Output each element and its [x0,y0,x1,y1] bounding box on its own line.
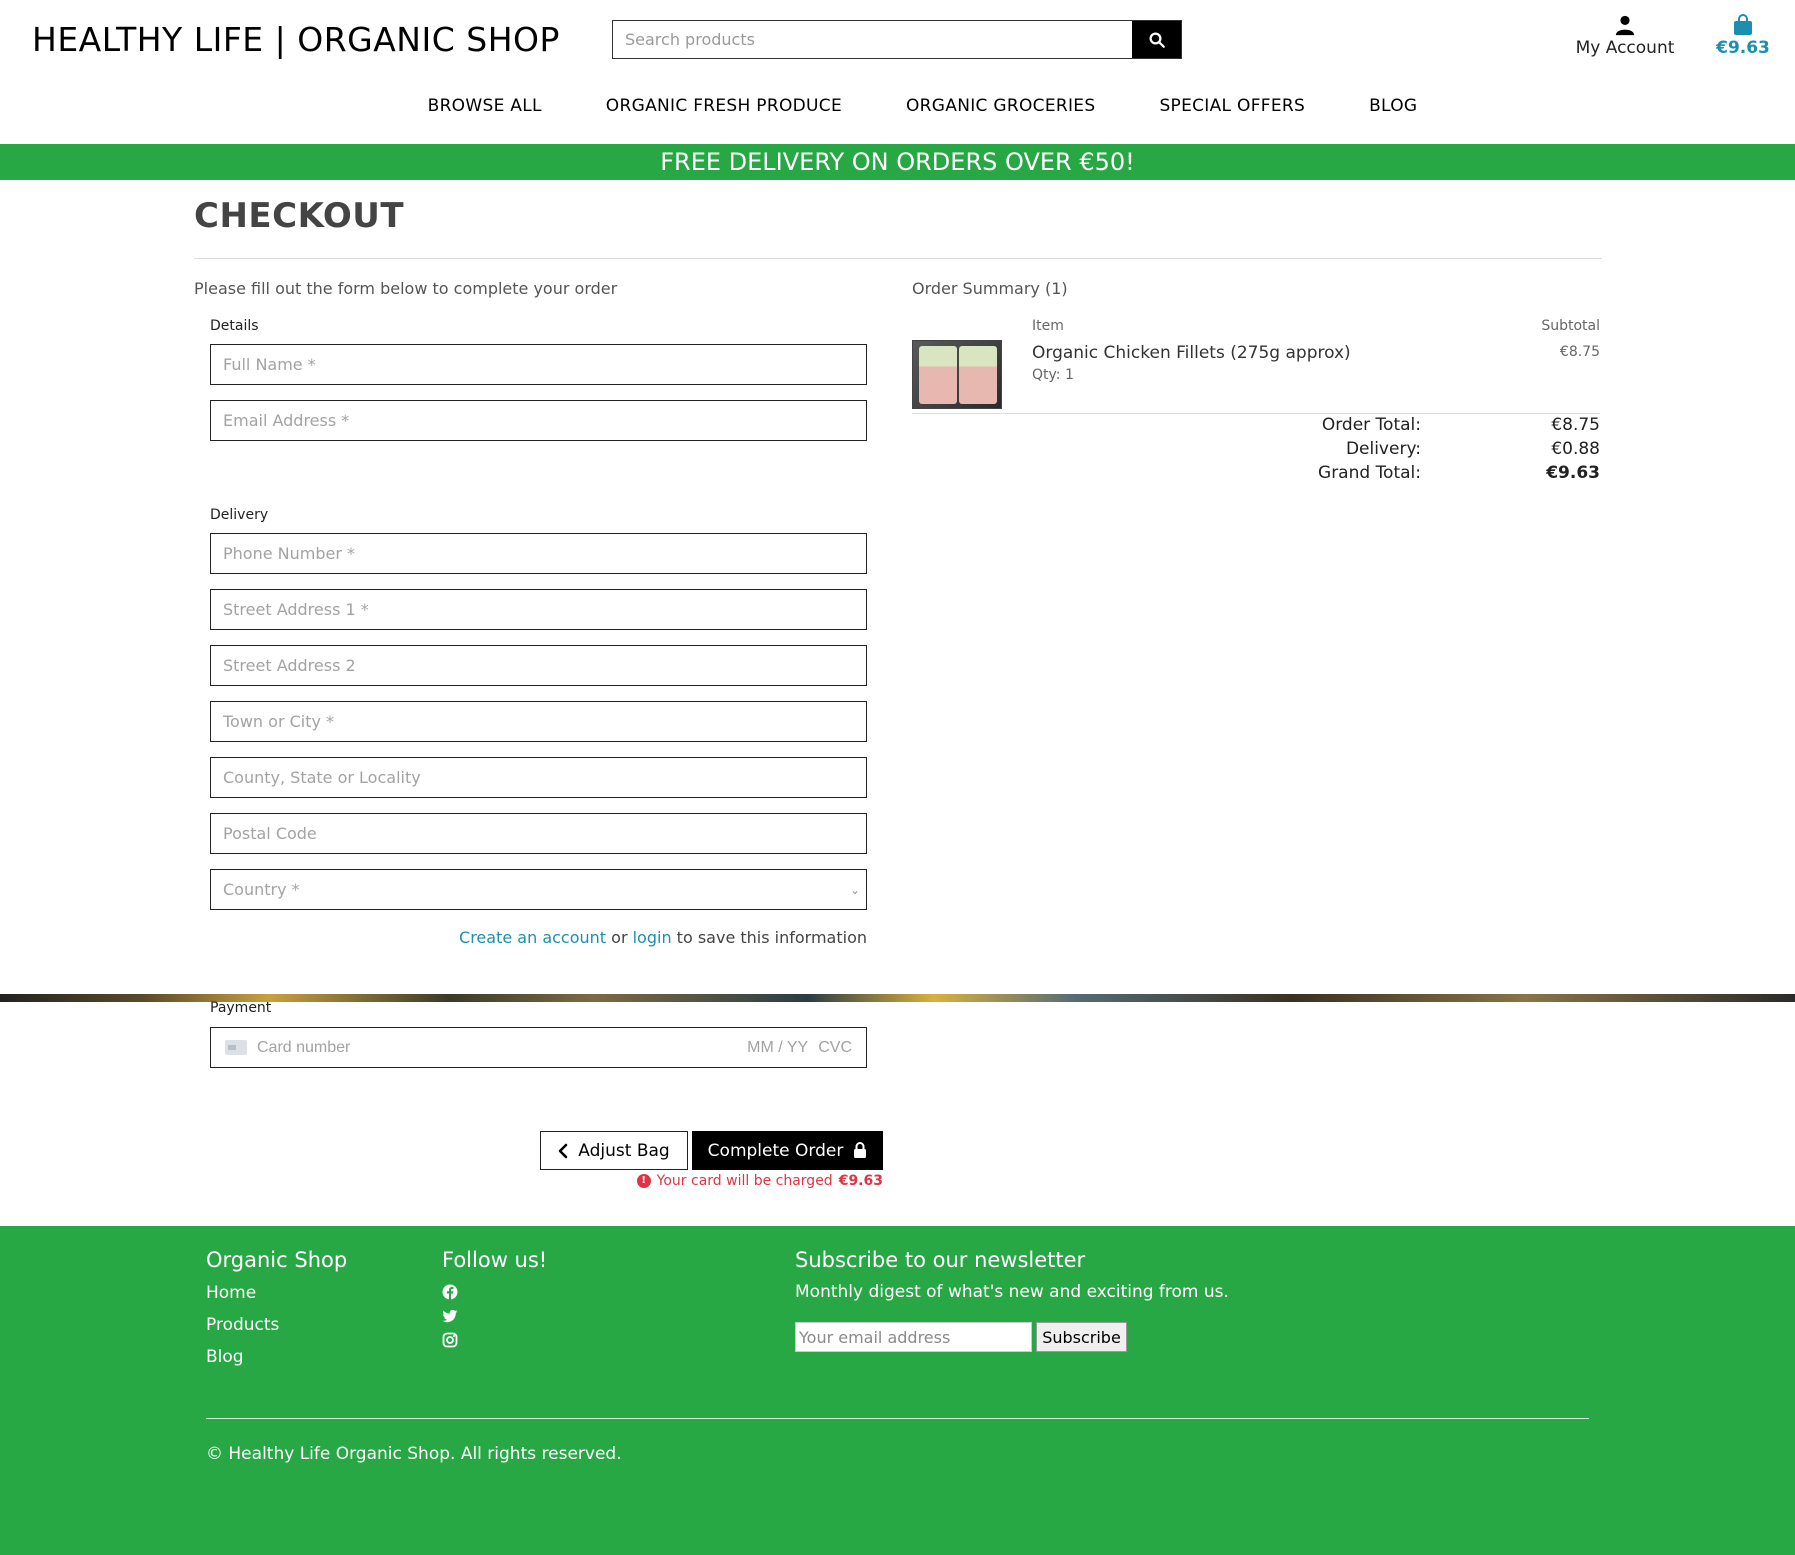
main-nav: BROWSE ALL ORGANIC FRESH PRODUCE ORGANIC… [0,96,1795,116]
nav-blog[interactable]: BLOG [1369,96,1417,116]
search-button[interactable] [1132,21,1181,58]
my-account-label: My Account [1575,38,1675,58]
product-image-pack [959,346,997,404]
lock-icon [854,1142,867,1158]
save-info-or: or [606,928,633,947]
grand-total-value: €9.63 [1546,463,1600,483]
order-total-value: €8.75 [1551,415,1600,435]
card-number-placeholder: Card number [257,1038,351,1056]
page-title: CHECKOUT [194,196,405,236]
site-footer: Organic Shop Home Products Blog Follow u… [0,1226,1795,1555]
footer-link-home[interactable]: Home [206,1283,256,1303]
search-icon [1149,32,1165,48]
delivery-banner: FREE DELIVERY ON ORDERS OVER €50! [0,144,1795,180]
save-info-text: Create an account or login to save this … [459,928,867,947]
phone-field [210,533,867,574]
postal-code-field [210,813,867,854]
adjust-bag-label: Adjust Bag [578,1140,670,1161]
summary-item-name: Organic Chicken Fillets (275g approx) [1032,343,1351,363]
order-summary-title: Order Summary (1) [912,279,1068,298]
charge-note-text: Your card will be charged [656,1173,833,1189]
adjust-bag-button[interactable]: Adjust Bag [540,1131,688,1170]
card-expiry-placeholder: MM / YY [747,1038,809,1056]
complete-order-button[interactable]: Complete Order [692,1131,883,1170]
order-total-label: Order Total: [1321,415,1421,435]
credit-card-icon [225,1040,247,1055]
country-field: Country * ⌄ [210,869,867,910]
footer-shop-heading: Organic Shop [206,1248,348,1272]
card-element[interactable]: Card number MM / YY CVC [210,1027,867,1068]
town-field [210,701,867,742]
exclamation-circle-icon: ! [636,1174,651,1188]
street-address-1-field [210,589,867,630]
shopping-bag-icon [1734,14,1752,35]
complete-order-label: Complete Order [707,1140,844,1161]
delivery-cost-value: €0.88 [1551,439,1600,459]
product-image-pack [919,346,957,404]
street-address-2-field [210,645,867,686]
summary-item-subtotal: €8.75 [1559,344,1600,360]
summary-divider [912,413,1600,414]
col-header-subtotal: Subtotal [1541,318,1600,334]
full-name-input[interactable] [211,345,866,384]
my-account-link[interactable]: My Account [1570,14,1680,58]
county-field [210,757,867,798]
email-input[interactable] [211,401,866,440]
copyright-text: © Healthy Life Organic Shop. All rights … [206,1444,622,1464]
newsletter-description: Monthly digest of what's new and excitin… [795,1282,1229,1302]
footer-newsletter-heading: Subscribe to our newsletter [795,1248,1086,1272]
instagram-icon[interactable] [442,1332,458,1348]
site-brand[interactable]: HEALTHY LIFE | ORGANIC SHOP [32,20,560,59]
title-divider [194,258,1602,259]
subscribe-button[interactable]: Subscribe [1036,1322,1127,1352]
card-cvc-placeholder: CVC [818,1038,852,1056]
create-account-link[interactable]: Create an account [459,928,606,947]
search-input[interactable] [613,21,1132,58]
country-select[interactable]: Country * [211,870,866,909]
email-field [210,400,867,441]
charge-amount: €9.63 [838,1173,883,1189]
details-label: Details [210,318,259,334]
save-info-suffix: to save this information [671,928,867,947]
footer-follow-heading: Follow us! [442,1248,548,1272]
town-input[interactable] [211,702,866,741]
shopping-bag-link[interactable]: €9.63 [1708,14,1778,58]
charge-notice: ! Your card will be charged €9.63 [636,1173,883,1189]
phone-input[interactable] [211,534,866,573]
summary-item-qty: Qty: 1 [1032,367,1074,383]
nav-browse-all[interactable]: BROWSE ALL [428,96,542,116]
delivery-label: Delivery [210,507,269,523]
postal-code-input[interactable] [211,814,866,853]
nav-organic-groceries[interactable]: ORGANIC GROCERIES [906,96,1095,116]
county-input[interactable] [211,758,866,797]
footer-divider [206,1418,1589,1419]
full-name-field [210,344,867,385]
footer-link-blog[interactable]: Blog [206,1347,244,1367]
user-icon [1615,15,1635,36]
payment-label: Payment [210,1000,272,1016]
facebook-icon[interactable] [442,1284,458,1300]
nav-organic-fresh-produce[interactable]: ORGANIC FRESH PRODUCE [606,96,842,116]
checkout-intro: Please fill out the form below to comple… [194,279,618,298]
col-header-item: Item [1032,318,1064,334]
search-bar [612,20,1182,59]
twitter-icon[interactable] [442,1308,458,1324]
delivery-cost-label: Delivery: [1345,439,1421,459]
bag-total: €9.63 [1716,38,1770,58]
product-thumbnail [912,340,1002,409]
street-address-2-input[interactable] [211,646,866,685]
newsletter-email-input[interactable] [795,1322,1032,1352]
grand-total-label: Grand Total: [1318,463,1421,483]
street-address-1-input[interactable] [211,590,866,629]
chevron-left-icon [559,1143,568,1158]
footer-link-products[interactable]: Products [206,1315,279,1335]
login-link[interactable]: login [633,928,672,947]
nav-special-offers[interactable]: SPECIAL OFFERS [1159,96,1305,116]
